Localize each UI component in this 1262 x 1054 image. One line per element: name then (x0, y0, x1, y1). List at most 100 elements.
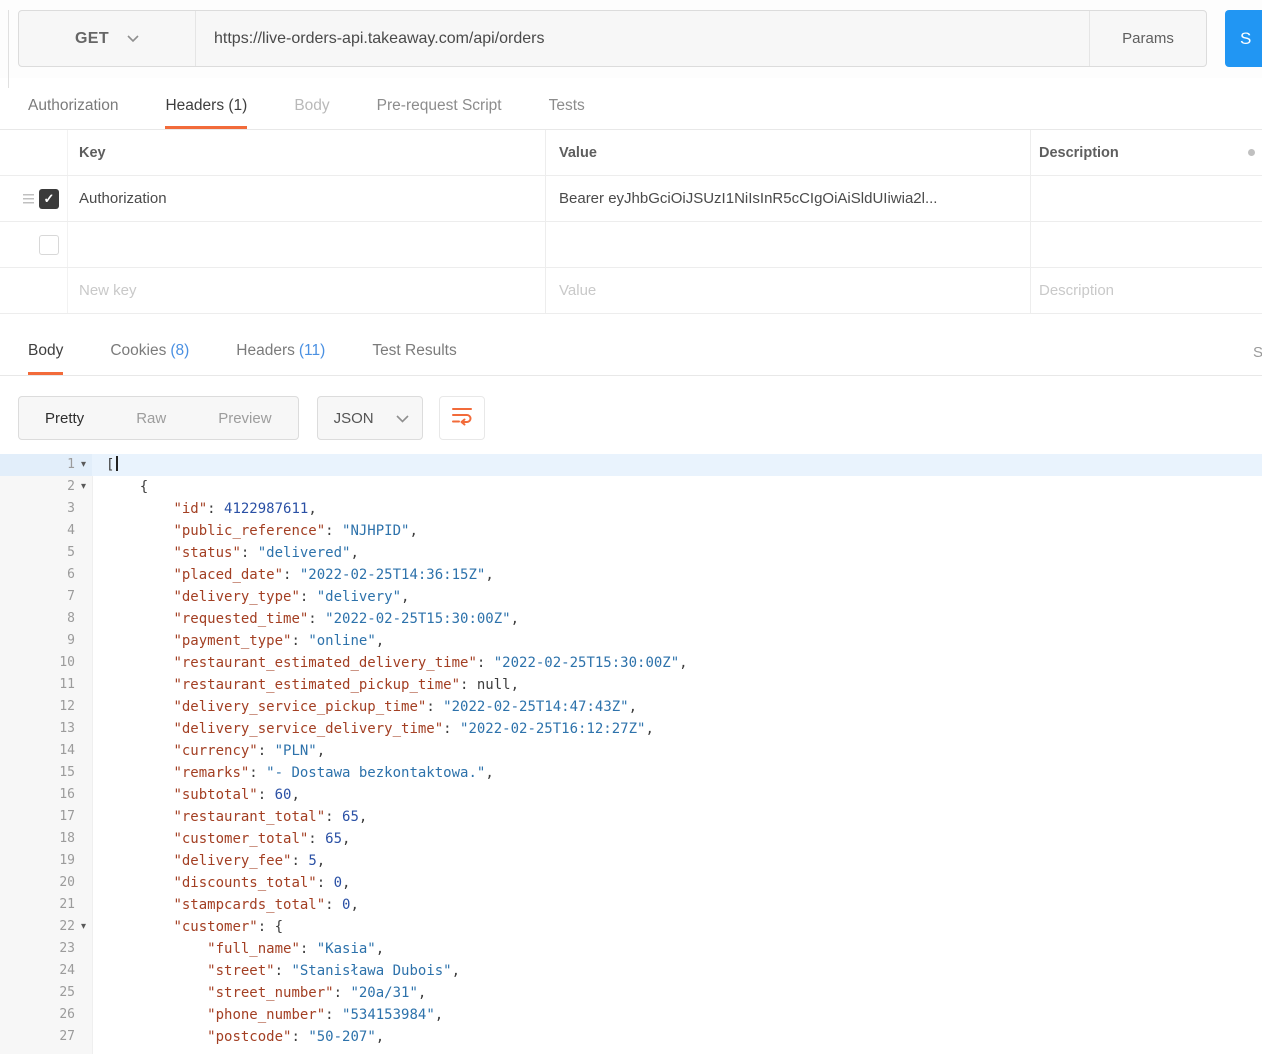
code-line[interactable]: 11 "restaurant_estimated_pickup_time": n… (0, 674, 1262, 696)
tab-tests[interactable]: Tests (549, 97, 585, 129)
table-row-new (0, 268, 1262, 314)
code-line-content[interactable]: "street": "Stanisława Dubois", (92, 960, 460, 982)
row-checkbox-checked[interactable]: ✓ (39, 188, 59, 209)
code-line-content[interactable]: "discounts_total": 0, (92, 872, 350, 894)
empty-key-cell[interactable] (67, 222, 545, 267)
code-line-content[interactable]: "phone_number": "534153984", (92, 1004, 443, 1026)
code-line[interactable]: 15 "remarks": "- Dostawa bezkontaktowa."… (0, 762, 1262, 784)
table-header-control-cell (0, 130, 67, 175)
code-line-content[interactable]: "delivery_type": "delivery", (92, 586, 409, 608)
new-key-input[interactable] (79, 268, 545, 313)
code-line[interactable]: 4 "public_reference": "NJHPID", (0, 520, 1262, 542)
code-line[interactable]: 12 "delivery_service_pickup_time": "2022… (0, 696, 1262, 718)
fold-caret-icon[interactable]: ▾ (75, 454, 92, 476)
fold-caret-icon[interactable]: ▾ (75, 916, 92, 938)
code-line[interactable]: 24 "street": "Stanisława Dubois", (0, 960, 1262, 982)
code-line[interactable]: 21 "stampcards_total": 0, (0, 894, 1262, 916)
pretty-button[interactable]: Pretty (19, 397, 110, 439)
code-line[interactable]: 26 "phone_number": "534153984", (0, 1004, 1262, 1026)
code-line-content[interactable]: "delivery_fee": 5, (92, 850, 325, 872)
code-line-content[interactable]: "delivery_service_delivery_time": "2022-… (92, 718, 653, 740)
code-line[interactable]: 3 "id": 4122987611, (0, 498, 1262, 520)
response-body-editor[interactable]: 1 ▾[2 ▾ {3 "id": 4122987611, 4 "public_refe… (0, 454, 1262, 1054)
preview-button[interactable]: Preview (192, 397, 297, 439)
code-line-content[interactable]: "delivery_service_pickup_time": "2022-02… (92, 696, 637, 718)
code-line-content[interactable]: "stampcards_total": 0, (92, 894, 358, 916)
code-line[interactable]: 6 "placed_date": "2022-02-25T14:36:15Z", (0, 564, 1262, 586)
code-line[interactable]: 17 "restaurant_total": 65, (0, 806, 1262, 828)
code-line-content[interactable]: "payment_type": "online", (92, 630, 384, 652)
tab-authorization[interactable]: Authorization (28, 97, 118, 129)
code-line-content[interactable]: { (92, 476, 148, 498)
code-line-content[interactable]: "requested_time": "2022-02-25T15:30:00Z"… (92, 608, 519, 630)
code-line[interactable]: 10 "restaurant_estimated_delivery_time":… (0, 652, 1262, 674)
drag-handle-icon[interactable] (23, 193, 34, 204)
code-line[interactable]: 20 "discounts_total": 0, (0, 872, 1262, 894)
url-input[interactable]: https://live-orders-api.takeaway.com/api… (196, 11, 1089, 66)
table-options-icon[interactable] (1248, 149, 1255, 156)
line-number-gutter: 27 (0, 1026, 92, 1048)
code-line-content[interactable]: "postcode": "50-207", (92, 1026, 384, 1048)
line-number: 27 (59, 1029, 75, 1044)
code-line-content[interactable]: "customer_total": 65, (92, 828, 350, 850)
url-composite: GET https://live-orders-api.takeaway.com… (18, 10, 1207, 67)
raw-button[interactable]: Raw (110, 397, 192, 439)
header-key-cell[interactable]: Authorization (67, 176, 545, 221)
code-line-content[interactable]: "restaurant_total": 65, (92, 806, 367, 828)
code-line[interactable]: 7 "delivery_type": "delivery", (0, 586, 1262, 608)
tab-response-headers[interactable]: Headers (11) (236, 342, 325, 375)
code-line-content[interactable]: "full_name": "Kasia", (92, 938, 384, 960)
code-line-content[interactable]: "public_reference": "NJHPID", (92, 520, 417, 542)
code-line-content[interactable]: "street_number": "20a/31", (92, 982, 426, 1004)
format-select[interactable]: JSON (316, 396, 423, 440)
chevron-down-icon (395, 410, 409, 427)
empty-value-cell[interactable] (545, 222, 1030, 267)
code-line-content[interactable]: [ (92, 454, 118, 476)
row-checkbox-empty[interactable] (39, 234, 59, 255)
code-line-content[interactable]: "restaurant_estimated_delivery_time": "2… (92, 652, 687, 674)
code-line-content[interactable]: "id": 4122987611, (92, 498, 316, 520)
code-line[interactable]: 8 "requested_time": "2022-02-25T15:30:00… (0, 608, 1262, 630)
code-line[interactable]: 1 ▾[ (0, 454, 1262, 476)
code-line-content[interactable]: "subtotal": 60, (92, 784, 299, 806)
tab-test-results[interactable]: Test Results (372, 342, 456, 375)
method-select[interactable]: GET (19, 11, 196, 66)
empty-description-cell[interactable] (1030, 222, 1262, 267)
row-control-cell (0, 222, 67, 267)
line-number-gutter: 5 (0, 542, 92, 564)
code-line[interactable]: 27 "postcode": "50-207", (0, 1026, 1262, 1048)
tab-body[interactable]: Body (294, 97, 329, 129)
cookies-label: Cookies (110, 342, 167, 359)
code-line[interactable]: 13 "delivery_service_delivery_time": "20… (0, 718, 1262, 740)
fold-caret-icon[interactable]: ▾ (75, 476, 92, 498)
code-line-content[interactable]: "restaurant_estimated_pickup_time": null… (92, 674, 519, 696)
code-line[interactable]: 19 "delivery_fee": 5, (0, 850, 1262, 872)
new-description-input[interactable] (1039, 268, 1255, 313)
tab-response-cookies[interactable]: Cookies (8) (110, 342, 189, 375)
code-line[interactable]: 25 "street_number": "20a/31", (0, 982, 1262, 1004)
code-line[interactable]: 16 "subtotal": 60, (0, 784, 1262, 806)
tab-headers[interactable]: Headers (1) (165, 97, 248, 129)
code-line[interactable]: 22 ▾ "customer": { (0, 916, 1262, 938)
code-line-content[interactable]: "status": "delivered", (92, 542, 358, 564)
line-number-gutter: 10 (0, 652, 92, 674)
code-line-content[interactable]: "customer": { (92, 916, 283, 938)
code-line-content[interactable]: "currency": "PLN", (92, 740, 325, 762)
tab-prerequest-script[interactable]: Pre-request Script (377, 97, 502, 129)
word-wrap-button[interactable] (438, 396, 485, 440)
code-line[interactable]: 2 ▾ { (0, 476, 1262, 498)
code-line[interactable]: 9 "payment_type": "online", (0, 630, 1262, 652)
response-headers-label: Headers (236, 342, 295, 359)
code-line[interactable]: 5 "status": "delivered", (0, 542, 1262, 564)
code-line-content[interactable]: "remarks": "- Dostawa bezkontaktowa.", (92, 762, 493, 784)
new-value-input[interactable] (559, 268, 1030, 313)
send-button[interactable]: S (1225, 10, 1262, 67)
tab-response-body[interactable]: Body (28, 342, 64, 375)
header-description-cell[interactable] (1030, 176, 1262, 221)
code-line[interactable]: 18 "customer_total": 65, (0, 828, 1262, 850)
code-line[interactable]: 14 "currency": "PLN", (0, 740, 1262, 762)
header-value-cell[interactable]: Bearer eyJhbGciOiJSUzI1NiIsInR5cCIgOiAiS… (545, 176, 1030, 221)
code-line-content[interactable]: "placed_date": "2022-02-25T14:36:15Z", (92, 564, 493, 586)
params-button[interactable]: Params (1089, 11, 1206, 66)
code-line[interactable]: 23 "full_name": "Kasia", (0, 938, 1262, 960)
